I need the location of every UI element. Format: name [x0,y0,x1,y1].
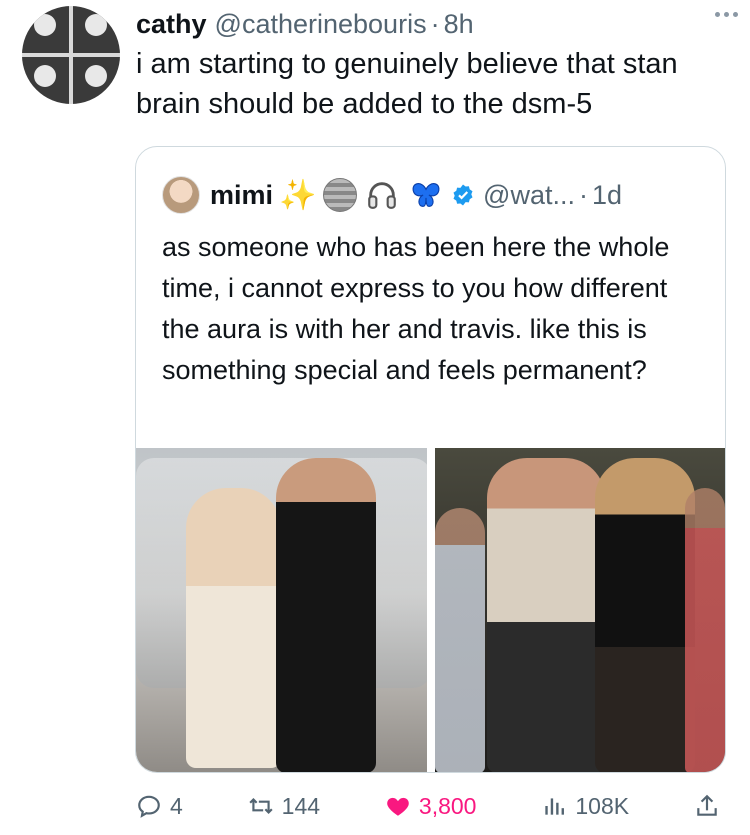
like-count: 3,800 [418,792,477,819]
quote-separator-dot: · [578,179,588,210]
quote-author-name[interactable]: mimi [210,180,273,211]
retweet-button[interactable]: 144 [248,793,320,820]
mirror-ball-icon [323,178,358,212]
photo-figure-woman [594,458,695,772]
author-name[interactable]: cathy [136,9,207,40]
photo-figure-man [486,458,605,772]
quoted-tweet[interactable]: mimi ✨ @wat... · 1d as someone who has b… [135,146,726,773]
photo-figure-man [276,458,376,772]
dizzy-star-icon: ✨ [279,178,317,212]
photo-figure-woman [186,488,281,768]
views-chart-icon [545,798,565,815]
views-button[interactable]: 108K [541,793,629,820]
headphones-icon [363,176,401,214]
views-count: 108K [575,792,630,819]
more-options-icon[interactable] [715,12,738,17]
quote-time[interactable]: 1d [592,180,622,211]
media-photo-1[interactable] [136,448,427,772]
tweet-actions-bar: 4 144 3,800 108K [136,786,720,826]
tweet-header: cathy @catherinebouris · 8h [136,6,730,42]
share-icon [697,794,717,816]
quote-avatar[interactable] [162,176,200,214]
blue-butterfly-icon [407,176,445,214]
author-handle[interactable]: @catherinebouris [215,9,427,40]
quote-media [136,448,725,772]
share-button[interactable] [694,793,720,819]
like-button[interactable]: 3,800 [385,792,477,820]
author-avatar[interactable] [22,6,120,104]
avatar-photo-cell [73,6,120,53]
reply-button[interactable]: 4 [136,793,183,820]
quote-handle[interactable]: @wat... [483,180,575,211]
media-photo-2[interactable] [434,448,725,772]
reply-icon [138,795,160,818]
tweet-text: i am starting to genuinely believe that … [136,48,678,120]
avatar-photo-cell [22,6,69,53]
photo-figure-background [684,488,725,772]
quote-header: mimi ✨ @wat... · 1d [162,175,622,215]
retweet-icon [249,797,273,815]
separator-dot: · [430,8,440,39]
heart-icon [387,797,409,816]
photo-figure-background [434,508,485,772]
retweet-count: 144 [281,792,321,819]
reply-count: 4 [170,792,183,819]
verified-badge-icon [453,184,473,206]
avatar-photo-cell [73,57,120,104]
quote-text: as someone who has been here the whole t… [162,232,670,385]
avatar-photo-cell [22,57,69,104]
tweet-time[interactable]: 8h [444,9,474,40]
